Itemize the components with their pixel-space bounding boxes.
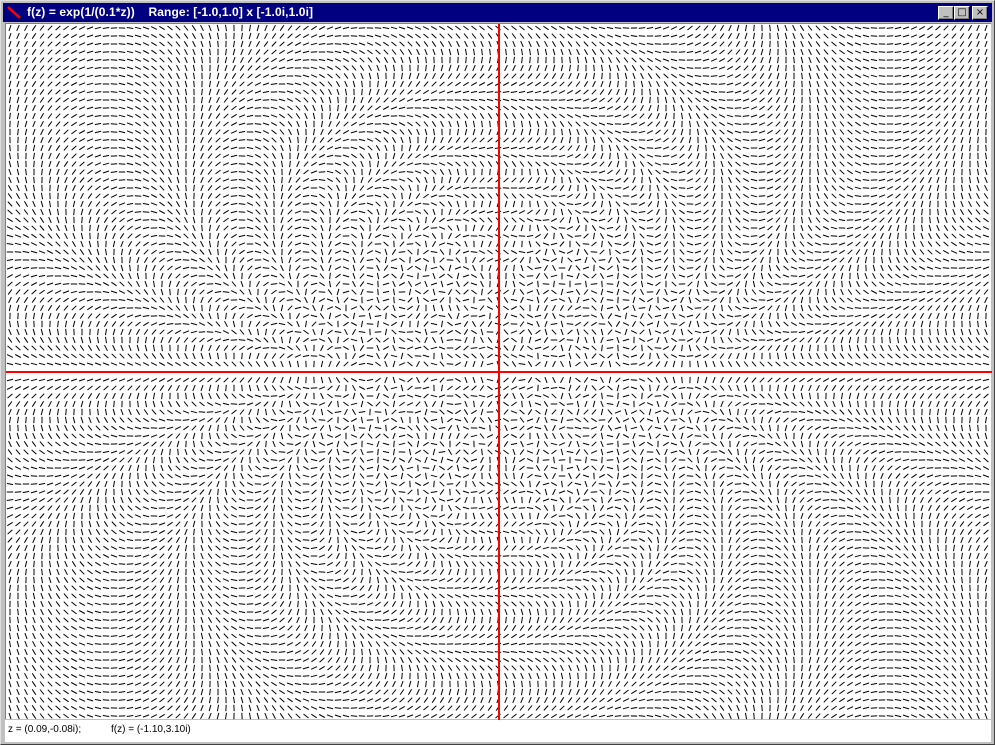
title-bar[interactable]: f(z) = exp(1/(0.1*z)) Range: [-1.0,1.0] … — [3, 3, 992, 22]
maximize-button[interactable]: □ — [954, 6, 970, 20]
close-button[interactable]: × — [972, 6, 988, 20]
direction-field-plot[interactable] — [5, 23, 992, 720]
red-pen-icon — [7, 6, 22, 20]
fz-value-readout: f(z) = (-1.10,3.10i) — [111, 724, 191, 735]
direction-field-canvas[interactable] — [6, 24, 992, 720]
minimize-button[interactable]: _ — [938, 6, 954, 20]
window-title: f(z) = exp(1/(0.1*z)) Range: [-1.0,1.0] … — [27, 5, 314, 19]
app-window: f(z) = exp(1/(0.1*z)) Range: [-1.0,1.0] … — [0, 0, 995, 745]
status-bar: z = (0.09,-0.08i); f(z) = (-1.10,3.10i) — [5, 720, 991, 742]
z-coordinate-readout: z = (0.09,-0.08i); — [8, 724, 82, 735]
